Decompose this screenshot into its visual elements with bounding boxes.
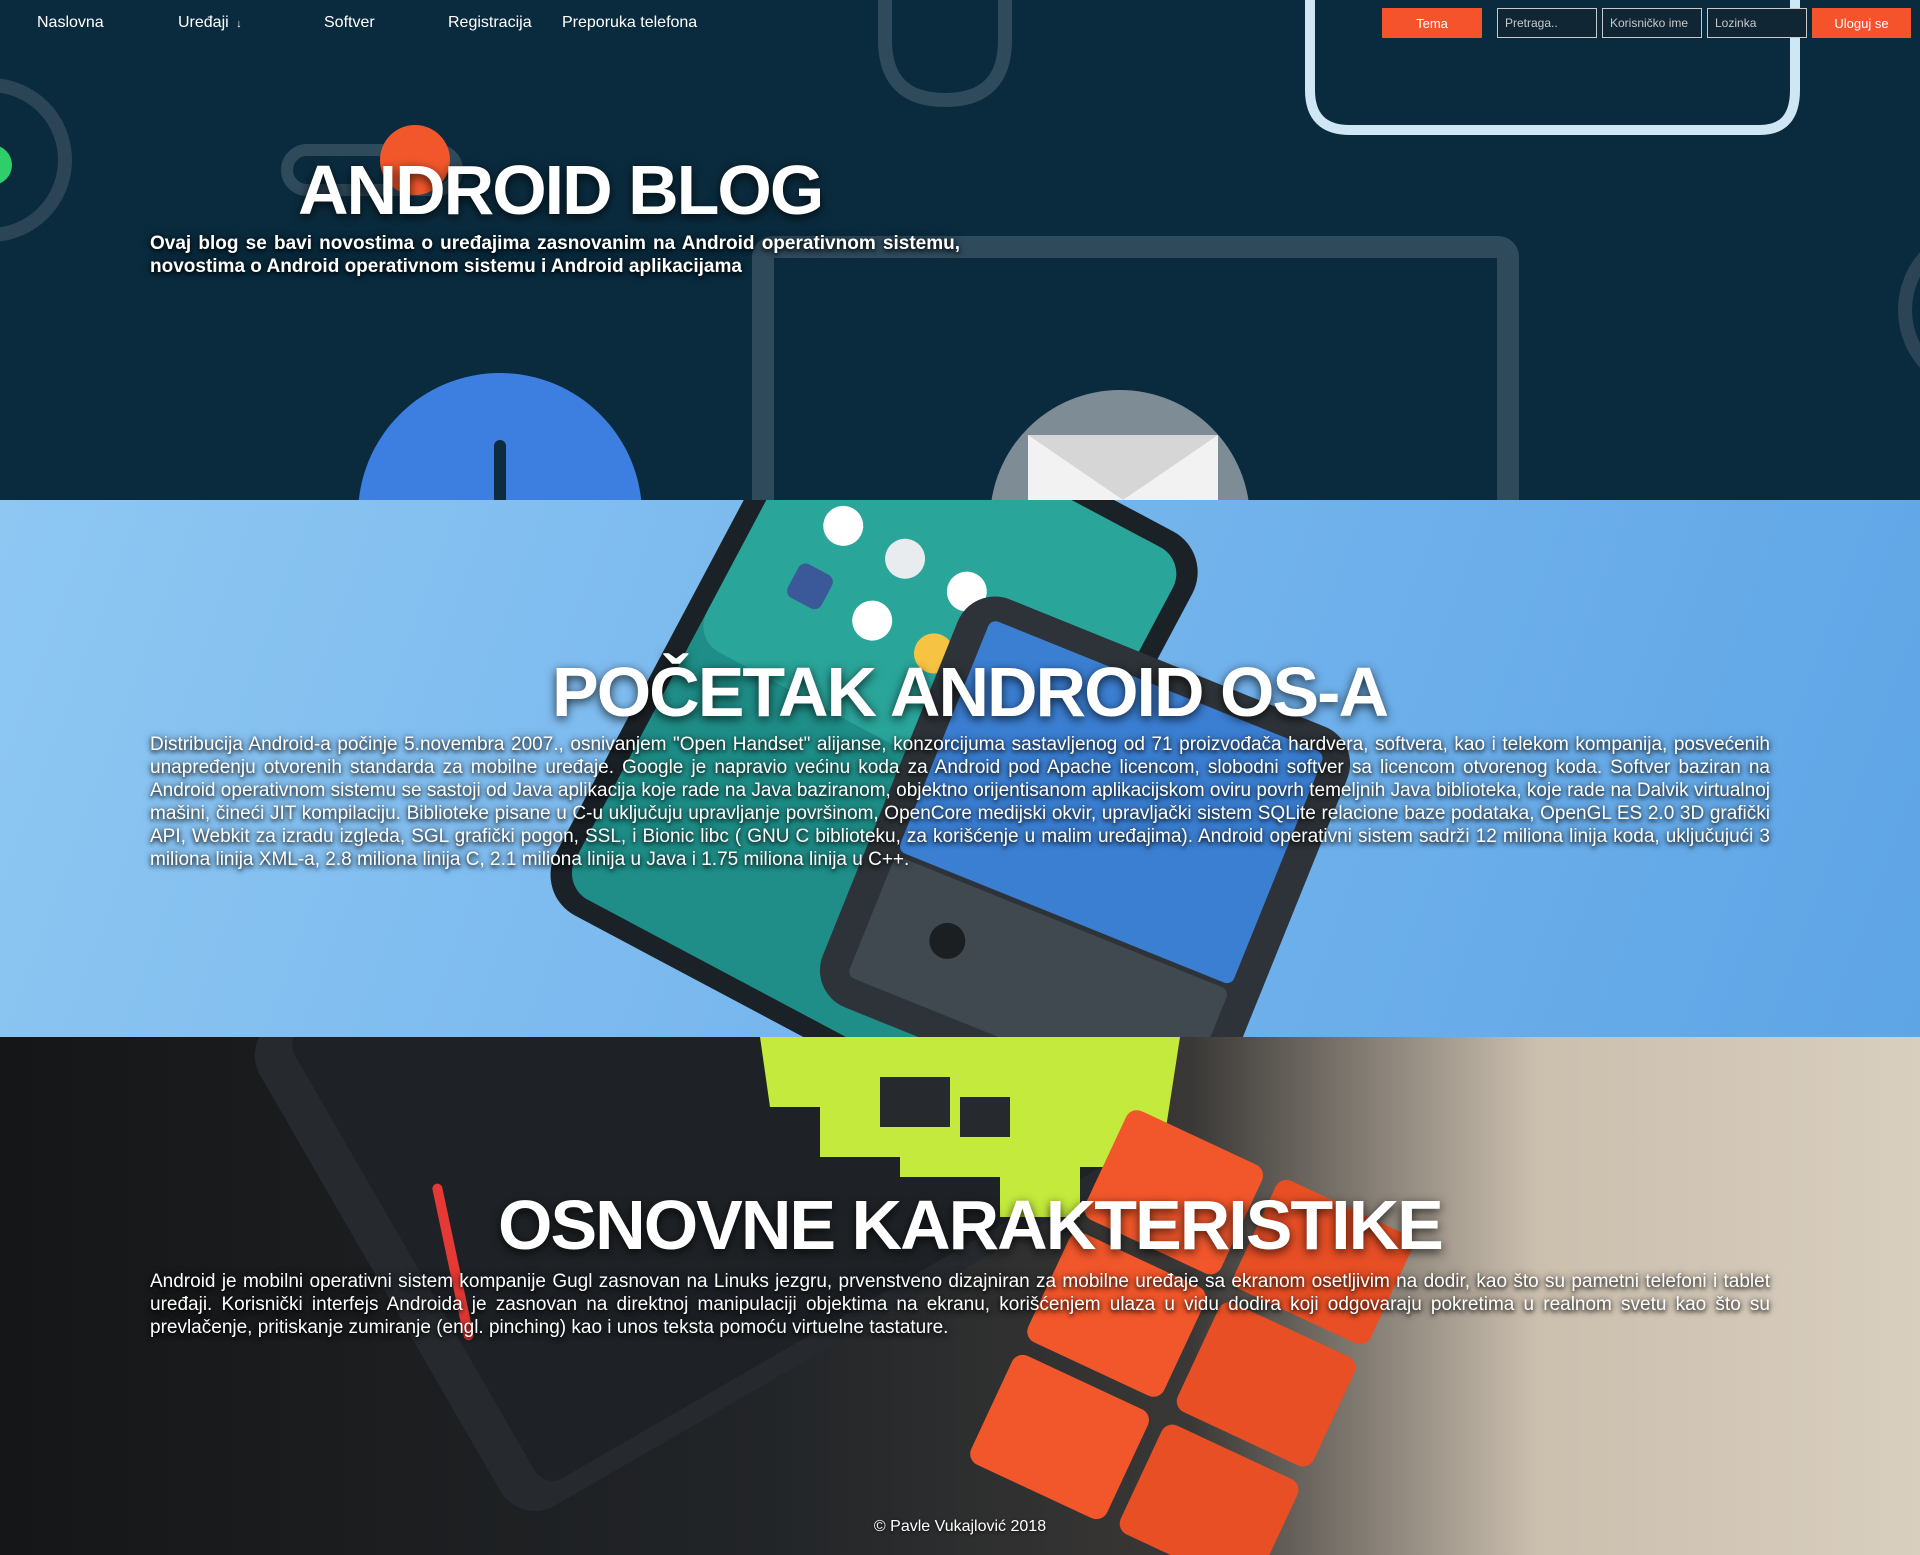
section-features-text: Android je mobilni operativni sistem kom… xyxy=(150,1271,1770,1338)
top-navigation: Naslovna Uređaji ↓ Softver Registracija … xyxy=(0,0,1920,46)
nav-link-home[interactable]: Naslovna xyxy=(37,14,104,32)
nav-link-software[interactable]: Softver xyxy=(324,14,375,32)
chevron-down-icon: ↓ xyxy=(236,18,242,30)
nav-link-devices[interactable]: Uređaji ↓ xyxy=(178,14,242,32)
theme-button[interactable]: Tema xyxy=(1382,8,1482,38)
hero-section: ANDROID BLOG Ovaj blog se bavi novostima… xyxy=(0,0,1920,500)
nav-link-registration[interactable]: Registracija xyxy=(448,14,532,32)
section-start-text: Distribucija Android-a počinje 5.novembr… xyxy=(150,734,1770,870)
login-button[interactable]: Uloguj se xyxy=(1812,8,1911,38)
page-title: ANDROID BLOG xyxy=(298,151,824,229)
password-field[interactable] xyxy=(1707,8,1807,38)
blog-description: Ovaj blog se bavi novostima o uređajima … xyxy=(150,233,960,277)
section-features-title: OSNOVNE KARAKTERISTIKE xyxy=(498,1186,1444,1264)
footer-copyright: © Pavle Vukajlović 2018 xyxy=(873,1518,1047,1535)
section-basic-features: OSNOVNE KARAKTERISTIKE Android je mobiln… xyxy=(0,1037,1920,1555)
section-android-start: POČETAK ANDROID OS-A Distribucija Androi… xyxy=(0,500,1920,1037)
nav-link-devices-label: Uređaji xyxy=(178,14,229,31)
nav-link-phone-recommendation[interactable]: Preporuka telefona xyxy=(562,14,697,32)
section-start-title: POČETAK ANDROID OS-A xyxy=(552,653,1389,731)
username-field[interactable] xyxy=(1602,8,1702,38)
search-input[interactable] xyxy=(1497,8,1597,38)
